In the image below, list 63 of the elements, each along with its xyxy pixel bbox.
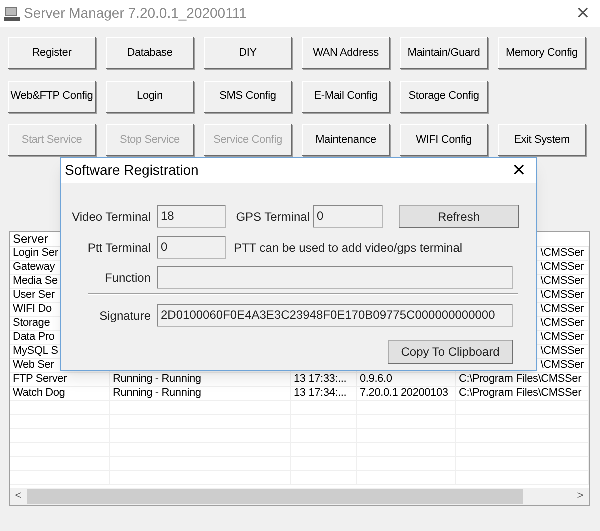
field-label: Signature (98, 308, 151, 324)
ptt-terminal-field[interactable]: 0 (157, 236, 226, 259)
server-cell: FTP Server (13, 373, 68, 385)
field-label: GPS Terminal (235, 208, 310, 226)
toolbar-button[interactable]: WAN Address (302, 37, 390, 69)
scroll-left-button[interactable]: < (10, 488, 27, 505)
toolbar-button[interactable]: Database (106, 37, 194, 69)
path-cell: \CMSSer (540, 331, 584, 343)
time-cell: 13 17:34:... (294, 387, 347, 399)
path-cell: C:\Program Files\CMSSer (459, 373, 582, 385)
path-cell: \CMSSer (540, 275, 584, 287)
copy-to-clipboard-button[interactable]: Copy To Clipboard (388, 340, 513, 364)
toolbar-button[interactable]: DIY (204, 37, 292, 69)
field-label: Function (104, 270, 151, 286)
server-cell: WIFI Do (13, 303, 52, 315)
toolbar-button[interactable]: Login (106, 80, 194, 113)
video-terminal-field[interactable]: 18 (157, 205, 226, 228)
server-cell: Gateway (13, 261, 56, 273)
version-cell: 0.9.6.0 (360, 373, 392, 385)
dialog-title: Software Registration (65, 161, 199, 180)
toolbar-button[interactable]: Storage Config (400, 80, 488, 113)
server-cell: Watch Dog (13, 387, 66, 399)
field-label: Ptt Terminal (86, 240, 151, 256)
toolbar-button[interactable]: Maintenance (302, 124, 390, 156)
server-cell: User Ser (13, 289, 55, 301)
signature-field[interactable]: 2D0100060F0E4A3E3C23948F0E170B09775C000000000000 (157, 304, 513, 327)
toolbar-button[interactable]: Memory Config (498, 37, 586, 69)
server-cell: Web Ser (13, 359, 54, 371)
computer-icon (3, 6, 21, 22)
field-label: Video Terminal (71, 208, 151, 226)
close-button[interactable]: ✕ (512, 158, 526, 184)
toolbar-button[interactable]: Register (8, 37, 96, 69)
time-cell: 13 17:33:... (294, 373, 347, 385)
window-title: Server Manager 7.20.0.1_20200111 (24, 4, 247, 23)
toolbar-button[interactable]: Maintain/Guard (400, 37, 488, 69)
path-cell: C:\Program Files\CMSSer (459, 387, 582, 399)
server-cell: Storage (13, 317, 50, 329)
server-cell: MySQL S (13, 345, 58, 357)
scrollbar-thumb[interactable] (27, 489, 523, 504)
function-field[interactable] (157, 266, 513, 289)
path-cell: \CMSSer (540, 359, 584, 371)
ptt-note: PTT can be used to add video/gps terminal (234, 240, 463, 256)
status-cell: Running - Running (113, 373, 202, 385)
refresh-button[interactable]: Refresh (399, 205, 519, 228)
toolbar-button[interactable]: E-Mail Config (302, 80, 390, 113)
path-cell: \CMSSer (540, 261, 584, 273)
scroll-right-button[interactable]: > (572, 488, 589, 505)
server-cell: Media Se (13, 275, 58, 287)
toolbar-button[interactable]: WIFI Config (400, 124, 488, 156)
path-cell: \CMSSer (540, 303, 584, 315)
path-cell: \CMSSer (540, 289, 584, 301)
gps-terminal-field[interactable]: 0 (313, 205, 383, 228)
version-cell: 7.20.0.1 20200103 (360, 387, 448, 399)
path-cell: \CMSSer (540, 247, 584, 259)
server-cell: Login Ser (13, 247, 58, 259)
status-cell: Running - Running (113, 387, 202, 399)
toolbar-button[interactable]: SMS Config (204, 80, 292, 113)
path-cell: \CMSSer (540, 317, 584, 329)
toolbar-button[interactable]: Exit System (498, 124, 586, 156)
path-cell: \CMSSer (540, 345, 584, 357)
close-button[interactable]: ✕ (576, 0, 590, 26)
toolbar-button[interactable]: Web&FTP Config (8, 80, 96, 113)
server-cell: Data Pro (13, 331, 55, 343)
